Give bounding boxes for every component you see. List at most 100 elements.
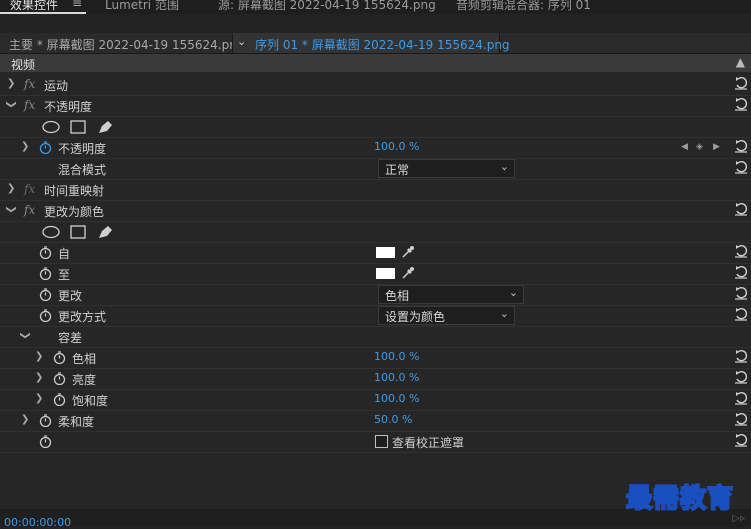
next-keyframe-icon[interactable]: ▶	[713, 142, 720, 152]
reset-icon[interactable]	[734, 265, 748, 279]
stopwatch-icon[interactable]	[39, 435, 52, 448]
hue-value[interactable]: 100.0 %	[374, 350, 419, 363]
reset-icon[interactable]	[734, 202, 748, 216]
reset-icon[interactable]	[734, 349, 748, 363]
reset-icon[interactable]	[734, 412, 748, 426]
property-row-lightness[interactable]: ❯ 亮度 100.0 %	[0, 368, 751, 390]
watermark-text: 最需教育	[625, 483, 735, 515]
stopwatch-icon[interactable]	[39, 267, 52, 280]
mask-tools-row	[0, 116, 751, 138]
stopwatch-icon[interactable]	[53, 393, 66, 406]
chevron-right-icon[interactable]: ❯	[35, 351, 43, 362]
chevron-right-icon[interactable]: ❯	[35, 393, 43, 404]
chevron-down-icon[interactable]: ❯	[6, 100, 17, 108]
fx-icon[interactable]: fx	[24, 98, 35, 112]
section-arrow-icon: ▲	[735, 55, 745, 69]
opacity-value[interactable]: 100.0 %	[374, 140, 419, 153]
eyedropper-icon[interactable]	[401, 266, 415, 280]
timecode-display[interactable]: 00:00:00:00	[4, 516, 71, 529]
reset-icon[interactable]	[734, 97, 748, 111]
softness-value[interactable]: 50.0 %	[374, 413, 412, 426]
ellipse-mask-icon[interactable]	[42, 225, 60, 239]
effect-name-motion: 运动	[44, 79, 69, 93]
property-row-opacity[interactable]: ❯ 不透明度 100.0 % ◀ ◈ ▶	[0, 137, 751, 159]
property-row-to[interactable]: 至	[0, 263, 751, 285]
property-row-change[interactable]: 更改 色相 ⌄	[0, 284, 751, 306]
reset-icon[interactable]	[734, 244, 748, 258]
stopwatch-icon[interactable]	[39, 141, 52, 154]
reset-icon[interactable]	[734, 160, 748, 174]
sequence-clip-label[interactable]: 序列 01 * 屏幕截图 2022-04-19 155624.png	[255, 36, 510, 53]
bottom-icons[interactable]: ▷▹	[732, 513, 745, 524]
add-keyframe-icon[interactable]: ◈	[696, 142, 703, 152]
pen-mask-icon[interactable]	[99, 226, 112, 238]
chevron-down-icon[interactable]: ❯	[6, 205, 17, 213]
from-color-swatch[interactable]	[376, 247, 395, 258]
reset-icon[interactable]	[734, 433, 748, 447]
property-row-blend-mode[interactable]: 混合模式 正常 ⌄	[0, 158, 751, 180]
prev-keyframe-icon[interactable]: ◀	[681, 142, 688, 152]
effect-row-change-to-color[interactable]: ❯ fx 更改为颜色	[0, 200, 751, 222]
stopwatch-icon[interactable]	[39, 309, 52, 322]
chevron-down-icon[interactable]: ⌄	[237, 35, 246, 48]
reset-icon[interactable]	[734, 76, 748, 90]
chevron-right-icon[interactable]: ❯	[35, 372, 43, 383]
reset-icon[interactable]	[734, 391, 748, 405]
stopwatch-icon[interactable]	[39, 246, 52, 259]
master-clip-label[interactable]: 主要 * 屏幕截图 2022-04-19 155624.png	[9, 36, 244, 53]
ellipse-mask-icon[interactable]	[42, 120, 60, 134]
panel-menu-icon[interactable]: ≡	[72, 0, 82, 10]
rect-mask-icon[interactable]	[70, 120, 86, 134]
clip-source-bar: 主要 * 屏幕截图 2022-04-19 155624.png ⌄ 序列 01 …	[0, 33, 751, 54]
property-row-hue[interactable]: ❯ 色相 100.0 %	[0, 347, 751, 369]
change-by-dropdown[interactable]: 设置为颜色 ⌄	[378, 306, 515, 325]
property-label-change: 更改	[58, 289, 83, 303]
chevron-right-icon[interactable]: ❯	[21, 141, 29, 152]
view-matte-checkbox[interactable]	[375, 435, 388, 448]
chevron-right-icon[interactable]: ❯	[21, 414, 29, 425]
chevron-down-icon[interactable]: ❯	[20, 331, 31, 339]
property-row-from[interactable]: 自	[0, 242, 751, 264]
fx-icon[interactable]: fx	[24, 203, 35, 217]
pen-mask-icon[interactable]	[99, 121, 112, 133]
property-label-to: 至	[58, 268, 71, 282]
effect-row-opacity[interactable]: ❯ fx 不透明度	[0, 95, 751, 117]
stopwatch-icon[interactable]	[53, 372, 66, 385]
property-label-hue: 色相	[72, 352, 97, 366]
fx-icon: fx	[24, 182, 36, 196]
rect-mask-icon[interactable]	[70, 225, 86, 239]
reset-icon[interactable]	[734, 286, 748, 300]
property-label-saturation: 饱和度	[72, 394, 109, 408]
property-row-saturation[interactable]: ❯ 饱和度 100.0 %	[0, 389, 751, 411]
tab-audio-clip-mixer[interactable]: 音频剪辑混合器: 序列 01	[456, 0, 591, 13]
reset-icon[interactable]	[734, 370, 748, 384]
property-row-view-matte[interactable]: 查看校正遮罩	[0, 431, 751, 453]
effect-row-motion[interactable]: ❯ fx 运动	[0, 74, 751, 96]
chevron-down-icon: ⌄	[499, 160, 509, 173]
chevron-right-icon[interactable]: ❯	[7, 78, 15, 89]
to-color-swatch[interactable]	[376, 268, 395, 279]
chevron-down-icon: ⌄	[508, 286, 518, 299]
lightness-value[interactable]: 100.0 %	[374, 371, 419, 384]
reset-icon[interactable]	[734, 139, 748, 153]
effect-name-change-to-color: 更改为颜色	[44, 205, 105, 219]
saturation-value[interactable]: 100.0 %	[374, 392, 419, 405]
active-tab-indicator	[0, 12, 86, 14]
chevron-right-icon[interactable]: ❯	[7, 183, 15, 194]
fx-icon[interactable]: fx	[24, 77, 35, 91]
stopwatch-icon[interactable]	[53, 351, 66, 364]
property-group-tolerance[interactable]: ❯ 容差	[0, 326, 751, 348]
tab-source[interactable]: 源: 屏幕截图 2022-04-19 155624.png	[218, 0, 436, 13]
tab-lumetri-scopes[interactable]: Lumetri 范围	[105, 0, 179, 13]
sequence-clip-tab[interactable]: ⌄ 序列 01 * 屏幕截图 2022-04-19 155624.png	[232, 33, 510, 53]
stopwatch-icon[interactable]	[39, 288, 52, 301]
reset-icon[interactable]	[734, 307, 748, 321]
eyedropper-icon[interactable]	[401, 245, 415, 259]
blend-mode-dropdown[interactable]: 正常 ⌄	[378, 159, 515, 178]
property-row-change-by[interactable]: 更改方式 设置为颜色 ⌄	[0, 305, 751, 327]
effect-row-time-remap[interactable]: ❯ fx 时间重映射	[0, 179, 751, 201]
property-row-softness[interactable]: ❯ 柔和度 50.0 %	[0, 410, 751, 432]
stopwatch-icon[interactable]	[39, 414, 52, 427]
property-label-change-by: 更改方式	[58, 310, 107, 324]
change-dropdown[interactable]: 色相 ⌄	[378, 285, 524, 304]
